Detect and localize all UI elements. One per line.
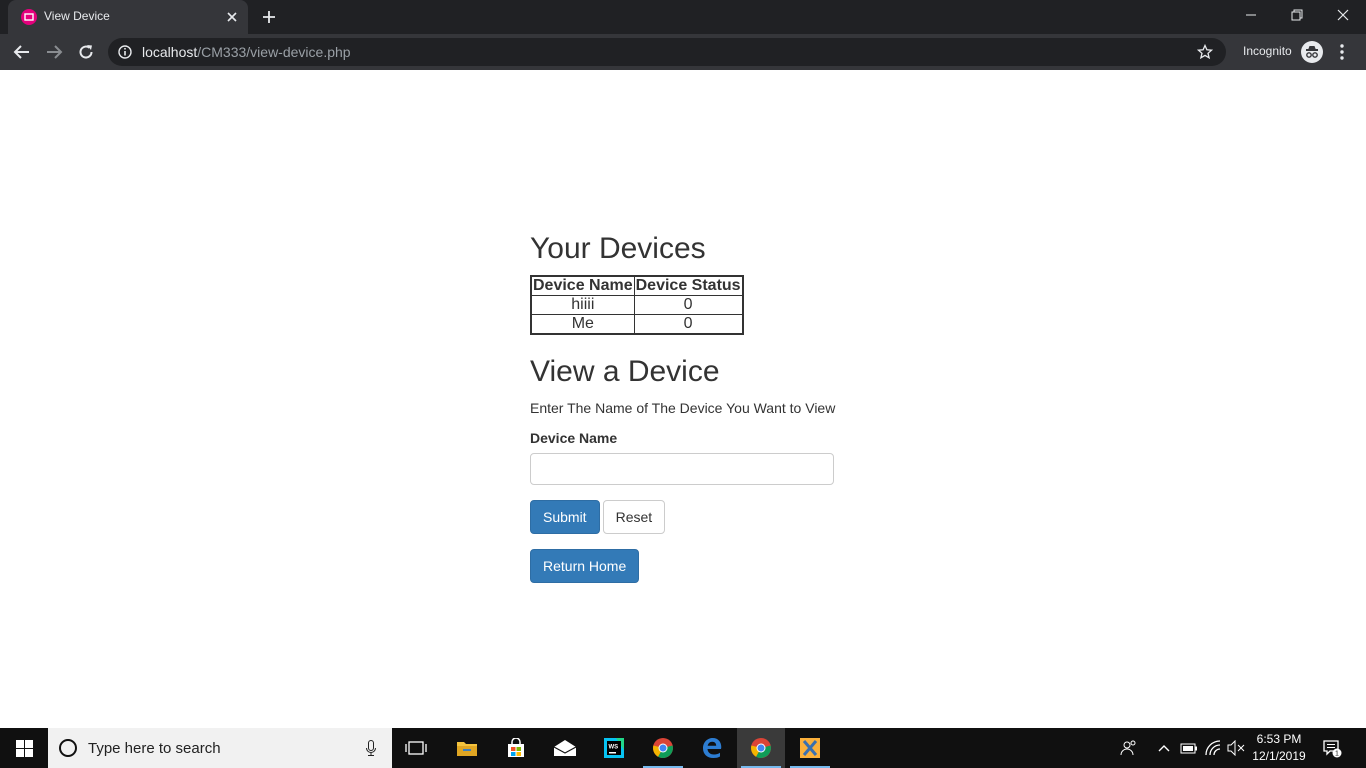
clock-date: 12/1/2019 [1252,749,1306,763]
file-explorer-icon[interactable] [443,728,491,768]
xampp-icon[interactable] [786,728,834,768]
notification-center-icon[interactable]: 1 [1322,738,1342,758]
form-buttons: Submit Reset [530,500,850,534]
address-bar[interactable]: localhost/CM333/view-device.php [108,38,1226,66]
windows-start-icon[interactable] [0,728,48,768]
bookmark-star-icon[interactable] [1196,43,1214,60]
back-arrow-icon[interactable] [12,42,32,62]
devices-table: Device Name Device Status hiiii 0 Me 0 [530,275,744,335]
column-header-device-name: Device Name [530,275,635,296]
device-name-input[interactable] [530,453,834,485]
browser-tab[interactable]: View Device [8,0,248,34]
svg-text:WS: WS [609,745,619,751]
table-row: Me 0 [530,314,744,335]
site-info-icon[interactable] [118,45,132,59]
main-container: Your Devices Device Name Device Status h… [530,230,850,583]
close-window-icon[interactable] [1320,0,1366,30]
cortana-icon [59,739,77,757]
browser-tab-strip: View Device [0,0,1366,34]
chrome-icon[interactable] [639,728,687,768]
taskbar-search-box[interactable]: Type here to search [48,728,392,768]
device-status-cell: 0 [633,314,744,335]
notification-count: 1 [1335,751,1339,758]
device-name-cell: hiiii [530,295,635,315]
restore-window-icon[interactable] [1274,0,1320,30]
incognito-label: Incognito [1243,44,1292,58]
device-name-label: Device Name [530,430,618,446]
chevron-up-icon[interactable] [1155,739,1173,757]
forward-arrow-icon[interactable] [44,42,64,62]
people-icon[interactable] [1120,739,1138,757]
new-tab-icon[interactable] [261,9,277,25]
browser-toolbar: localhost/CM333/view-device.php [0,34,1366,70]
system-clock[interactable]: 6:53 PM 12/1/2019 [1244,731,1314,765]
url-path: /CM333/view-device.php [197,44,351,60]
devices-heading: Your Devices [530,232,706,265]
edge-icon[interactable] [688,728,736,768]
chrome-icon[interactable] [737,728,785,768]
reload-icon[interactable] [76,42,96,62]
device-name-cell: Me [530,314,635,335]
wifi-icon[interactable] [1205,739,1223,757]
task-view-icon[interactable] [392,728,440,768]
submit-button[interactable]: Submit [530,500,600,534]
incognito-icon[interactable] [1301,41,1323,63]
windows-taskbar: Type here to search WS 6:53 PM 12/1/2019… [0,728,1366,768]
microsoft-store-icon[interactable] [492,728,540,768]
site-favicon-icon [21,9,37,25]
microphone-icon[interactable] [366,740,376,756]
url-host: localhost [142,44,198,60]
table-header-row: Device Name Device Status [530,275,744,296]
close-tab-icon[interactable] [224,9,240,25]
device-status-cell: 0 [633,295,744,315]
page-viewport: Your Devices Device Name Device Status h… [0,70,1366,728]
minimize-window-icon[interactable] [1228,0,1274,30]
battery-icon[interactable] [1180,739,1198,757]
table-row: hiiii 0 [530,295,744,315]
reset-button[interactable]: Reset [602,500,666,534]
url-text[interactable]: localhost/CM333/view-device.php [142,44,351,60]
return-home-button[interactable]: Return Home [530,549,640,583]
browser-menu-icon[interactable] [1338,42,1346,62]
view-device-heading: View a Device [530,355,720,388]
tab-title: View Device [44,9,110,23]
volume-muted-icon[interactable] [1227,739,1245,757]
clock-time: 6:53 PM [1256,732,1302,746]
taskbar-search-placeholder: Type here to search [88,740,221,757]
column-header-device-status: Device Status [633,275,744,296]
intro-text: Enter The Name of The Device You Want to… [530,400,836,416]
mail-icon[interactable] [541,728,589,768]
webstorm-icon[interactable]: WS [590,728,638,768]
